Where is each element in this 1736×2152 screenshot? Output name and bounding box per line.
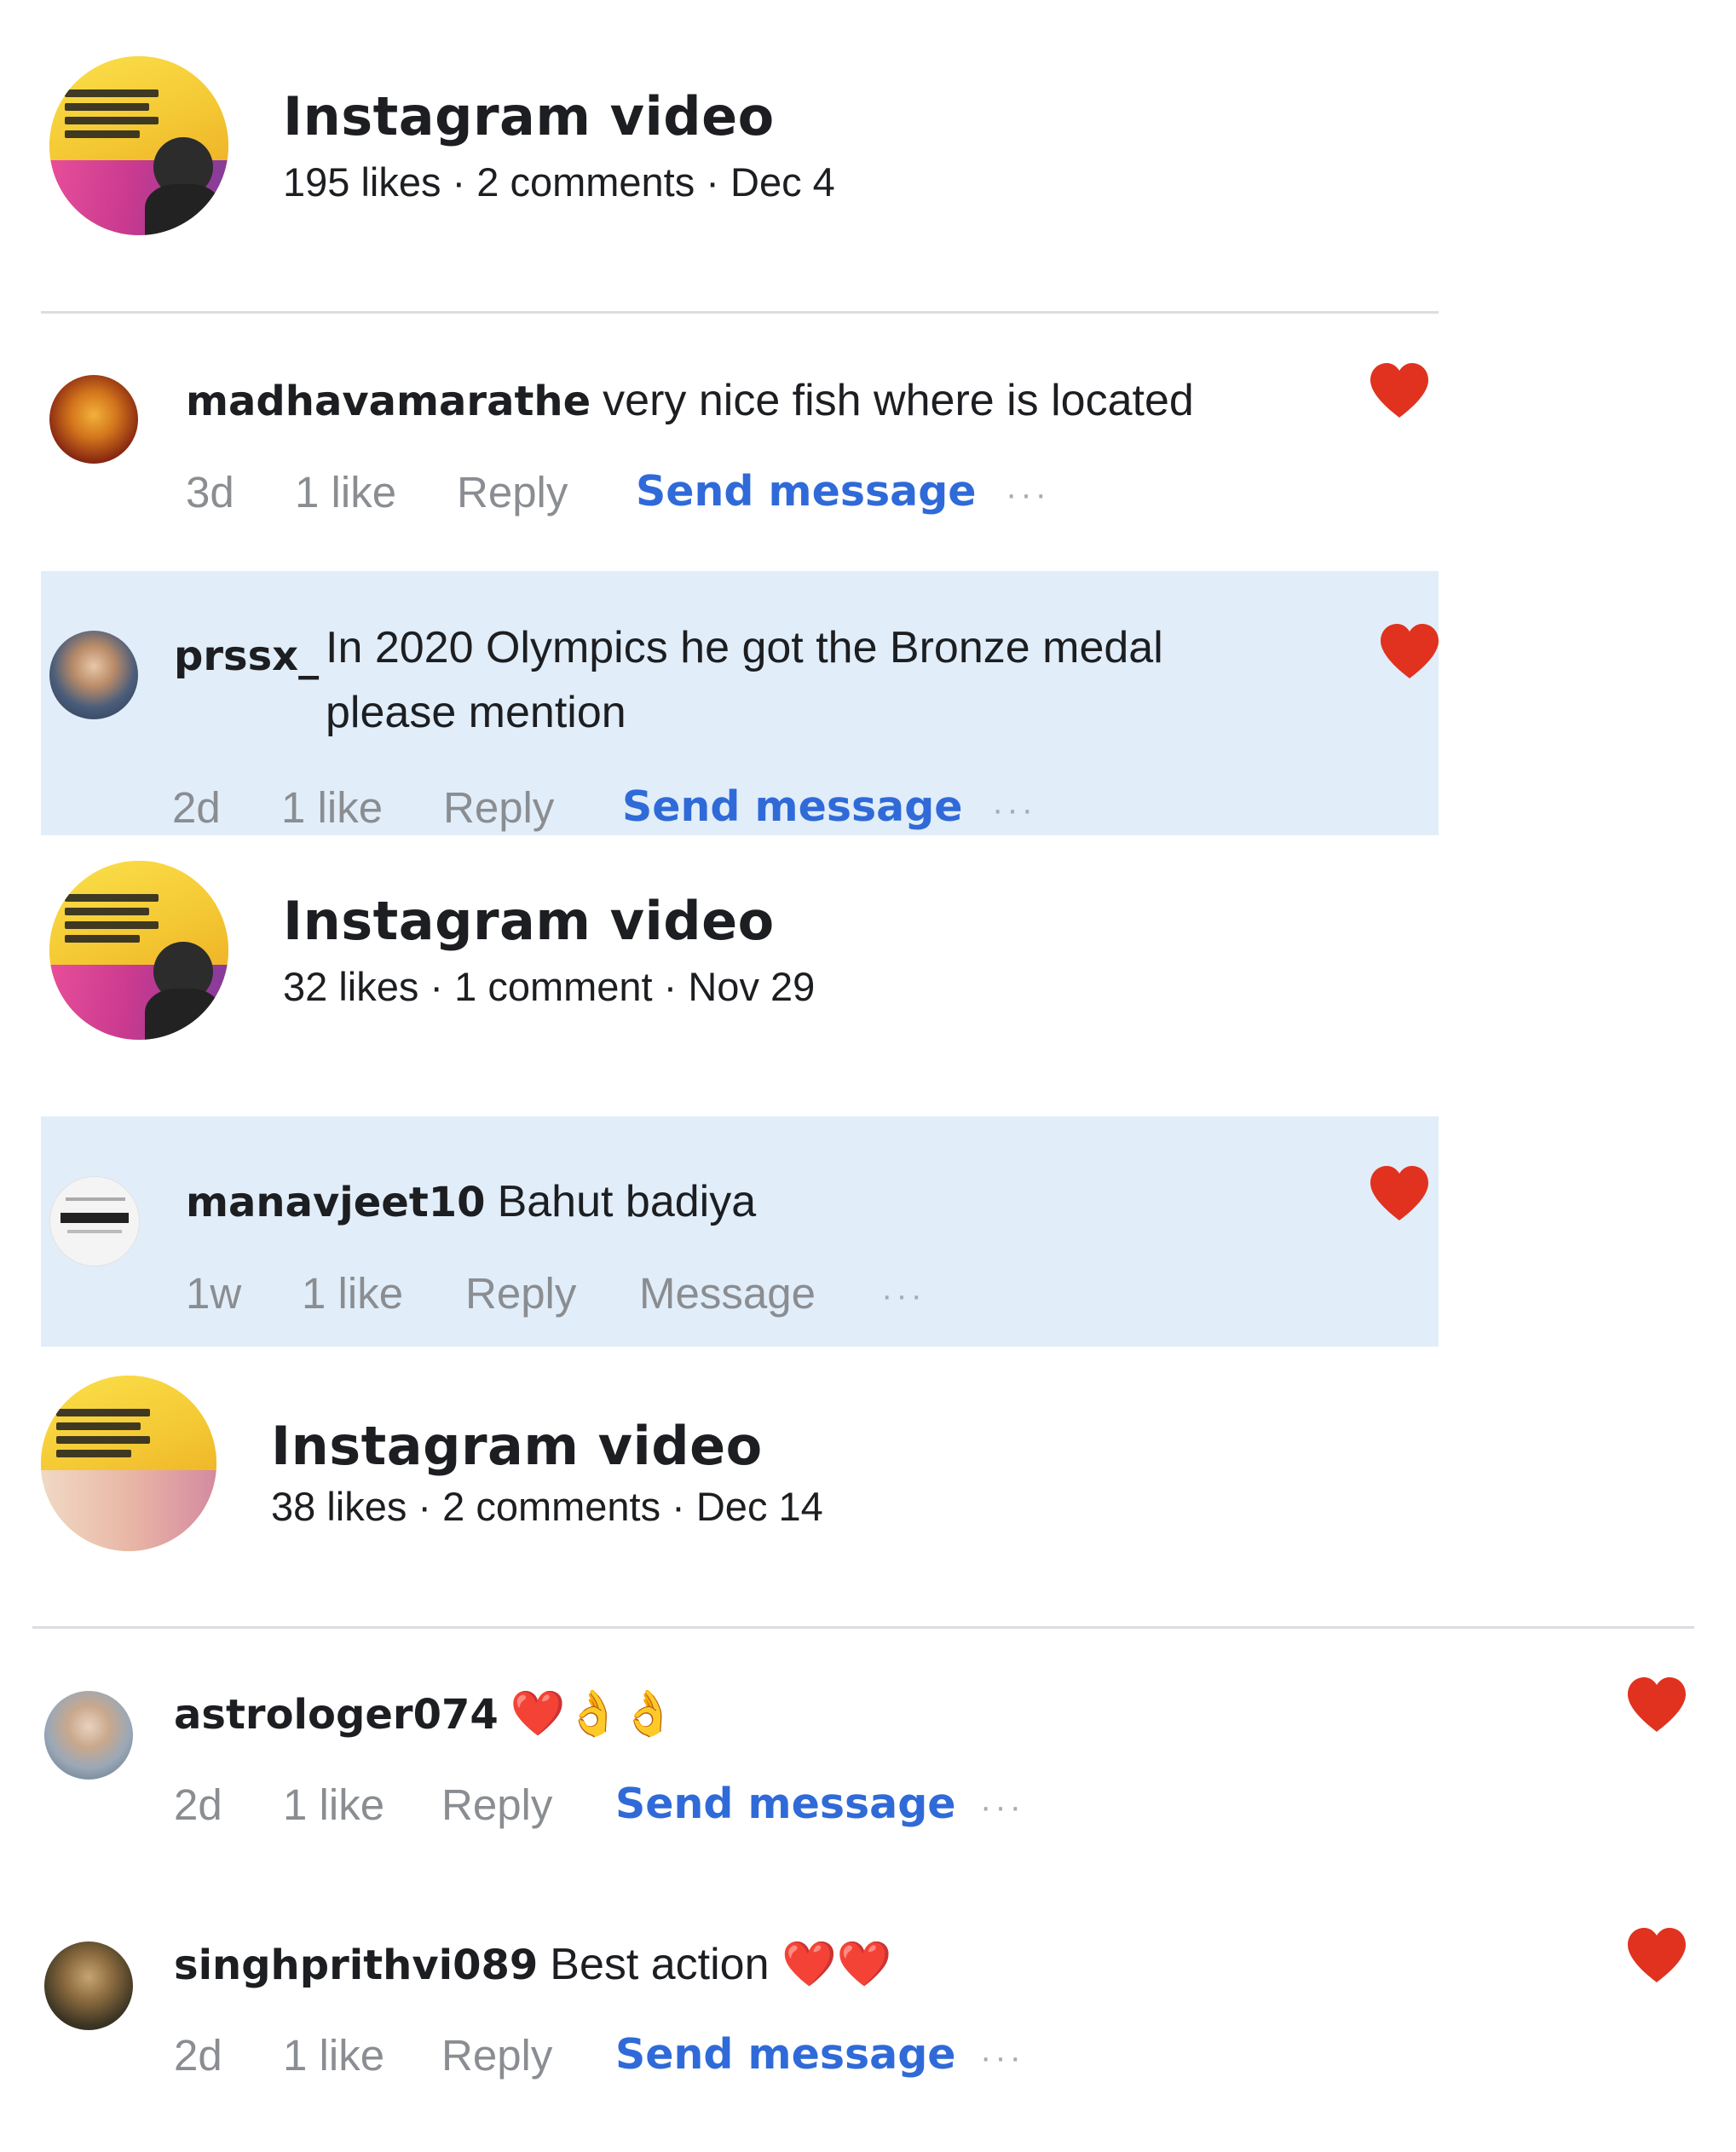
heart-icon[interactable] <box>1377 622 1442 682</box>
reply-button[interactable]: Reply <box>441 1780 552 1830</box>
post-thumbnail[interactable] <box>49 56 228 235</box>
reply-button[interactable]: Reply <box>443 782 554 833</box>
more-options-icon[interactable]: ··· <box>980 2039 1024 2077</box>
post-thumbnail[interactable] <box>41 1376 216 1551</box>
comment-username[interactable]: astrologer074 <box>174 1691 499 1739</box>
comment-body: Best action ❤️❤️ <box>550 1940 892 1989</box>
heart-icon[interactable] <box>1624 1676 1689 1735</box>
comment-time: 1w <box>186 1269 242 1318</box>
post-title[interactable]: Instagram video <box>271 1415 763 1477</box>
comment-time: 2d <box>172 783 221 832</box>
comment-username[interactable]: singhprithvi089 <box>174 1941 538 1989</box>
avatar[interactable] <box>44 1691 133 1780</box>
send-message-button[interactable]: Send message <box>615 1780 956 1828</box>
comment-actions: 3d 1 like Reply Send message ··· <box>186 467 1047 518</box>
avatar[interactable] <box>49 375 138 464</box>
comment-text: astrologer074 ❤️👌👌 <box>174 1688 676 1739</box>
send-message-button[interactable]: Send message <box>615 2030 956 2079</box>
comment-body: ❤️👌👌 <box>510 1689 677 1739</box>
comment-actions: 2d 1 like Reply Send message ··· <box>172 782 1033 834</box>
comment-likes[interactable]: 1 like <box>295 467 396 517</box>
divider <box>32 1626 1694 1629</box>
post-meta: 32 likes · 1 comment · Nov 29 <box>283 964 816 1009</box>
post-thumbnail[interactable] <box>49 861 228 1040</box>
message-button[interactable]: Message <box>639 1268 816 1318</box>
reply-button[interactable]: Reply <box>465 1268 576 1318</box>
divider <box>41 311 1439 314</box>
comment-actions: 2d 1 like Reply Send message ··· <box>174 1780 1026 1831</box>
comment-actions: 2d 1 like Reply Send message ··· <box>174 2030 1026 2081</box>
comment-likes[interactable]: 1 like <box>302 1268 403 1318</box>
comment-body: Bahut badiya <box>497 1177 757 1226</box>
reply-button[interactable]: Reply <box>457 467 568 517</box>
comment-likes[interactable]: 1 like <box>281 782 383 833</box>
post-title[interactable]: Instagram video <box>283 85 775 147</box>
send-message-button[interactable]: Send message <box>622 782 963 831</box>
post-meta: 38 likes · 2 comments · Dec 14 <box>271 1484 823 1529</box>
more-options-icon[interactable]: ··· <box>980 1788 1024 1826</box>
comment-time: 2d <box>174 1780 222 1829</box>
avatar[interactable] <box>49 631 138 719</box>
heart-icon[interactable] <box>1367 1164 1432 1224</box>
reply-button[interactable]: Reply <box>441 2030 552 2080</box>
comment-text: singhprithvi089 Best action ❤️❤️ <box>174 1938 891 1990</box>
comment-body: very nice fish where is located <box>603 376 1194 425</box>
comment-text: manavjeet10 Bahut badiya <box>186 1176 756 1227</box>
more-options-icon[interactable]: ··· <box>881 1277 926 1315</box>
post-meta: 195 likes · 2 comments · Dec 4 <box>283 159 835 205</box>
send-message-button[interactable]: Send message <box>636 467 977 516</box>
more-options-icon[interactable]: ··· <box>1006 476 1050 514</box>
comment-time: 2d <box>174 2031 222 2080</box>
avatar[interactable] <box>49 1176 140 1266</box>
comment-actions: 1w 1 like Reply Message ··· <box>186 1268 1038 1319</box>
post-title[interactable]: Instagram video <box>283 890 775 952</box>
more-options-icon[interactable]: ··· <box>992 791 1036 829</box>
comment-username-wrap: prssx_ <box>174 632 331 680</box>
comment-body-line-1: In 2020 Olympics he got the Bronze medal <box>326 623 1163 672</box>
heart-icon[interactable] <box>1624 1926 1689 1986</box>
comment-username[interactable]: madhavamarathe <box>186 378 591 425</box>
comment-likes[interactable]: 1 like <box>283 2030 384 2080</box>
comment-username[interactable]: prssx_ <box>174 632 319 680</box>
heart-icon[interactable] <box>1367 361 1432 421</box>
comment-username[interactable]: manavjeet10 <box>186 1179 486 1226</box>
avatar[interactable] <box>44 1941 133 2030</box>
comment-likes[interactable]: 1 like <box>283 1780 384 1830</box>
comment-time: 3d <box>186 468 234 516</box>
comment-text: madhavamarathe very nice fish where is lo… <box>186 375 1194 426</box>
comment-body-line-2: please mention <box>326 688 626 737</box>
